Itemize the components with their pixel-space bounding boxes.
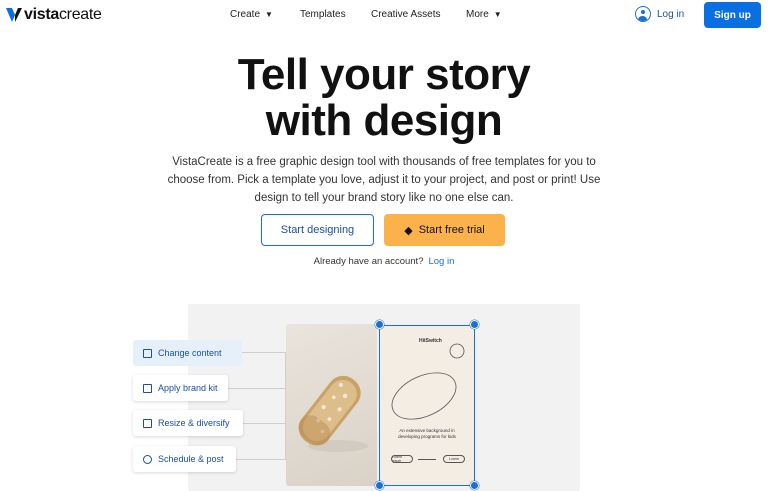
top-navigation: vistacreate Create ▼ Templates Creative … bbox=[0, 0, 768, 30]
nav-create[interactable]: Create ▼ bbox=[230, 9, 273, 20]
briefcase-icon bbox=[143, 383, 152, 393]
hero-title-line-2: with design bbox=[265, 96, 503, 145]
connector-line bbox=[243, 423, 286, 424]
feature-apply-brand-kit[interactable]: Apply brand kit bbox=[133, 375, 228, 401]
hero-title-line-1: Tell your story bbox=[237, 50, 531, 99]
chevron-down-icon: ▼ bbox=[265, 10, 273, 19]
logo-text: vistacreate bbox=[24, 6, 102, 23]
resize-handle[interactable] bbox=[375, 481, 384, 490]
bread-photo bbox=[286, 324, 377, 486]
card-arrow bbox=[418, 459, 436, 460]
card-brand-name: HitSwitch bbox=[419, 338, 442, 344]
feature-resize-diversify[interactable]: Resize & diversify bbox=[133, 410, 243, 436]
card-pill-left: Lorem ipsum bbox=[391, 455, 413, 463]
resize-handle[interactable] bbox=[375, 320, 384, 329]
chevron-down-icon: ▼ bbox=[493, 10, 502, 19]
resize-handle[interactable] bbox=[470, 320, 479, 329]
hero-title: Tell your story with design bbox=[0, 52, 768, 144]
diamond-icon: ◆ bbox=[404, 224, 413, 237]
connector-line bbox=[242, 352, 286, 353]
resize-handle[interactable] bbox=[470, 481, 479, 490]
bread-illustration bbox=[298, 375, 368, 452]
logo-icon bbox=[6, 8, 22, 22]
clock-icon bbox=[143, 454, 152, 464]
card-text: An extensive background in developing pr… bbox=[398, 428, 456, 439]
feature-change-content[interactable]: Change content bbox=[133, 340, 242, 366]
account-login-link[interactable]: Log in bbox=[428, 256, 454, 267]
login-link[interactable]: Log in bbox=[635, 6, 684, 22]
card-pill-right: Lorem bbox=[443, 455, 465, 463]
nav-creative-assets[interactable]: Creative Assets bbox=[371, 9, 440, 20]
vistacreate-logo[interactable]: vistacreate bbox=[6, 6, 102, 24]
connector-line bbox=[236, 459, 286, 460]
signup-button[interactable]: Sign up bbox=[704, 2, 761, 28]
start-designing-button[interactable]: Start designing bbox=[261, 214, 374, 246]
resize-icon bbox=[143, 418, 152, 428]
hero-description: VistaCreate is a free graphic design too… bbox=[167, 156, 601, 204]
nav-more[interactable]: More ▼ bbox=[466, 9, 502, 20]
nav-templates[interactable]: Templates bbox=[300, 9, 346, 20]
crop-icon bbox=[143, 348, 152, 358]
user-icon bbox=[635, 6, 651, 22]
connector-line bbox=[228, 388, 286, 389]
start-free-trial-button[interactable]: ◆ Start free trial bbox=[384, 214, 505, 246]
account-prompt: Already have an account? Log in bbox=[313, 256, 455, 267]
feature-schedule-post[interactable]: Schedule & post bbox=[133, 446, 236, 472]
